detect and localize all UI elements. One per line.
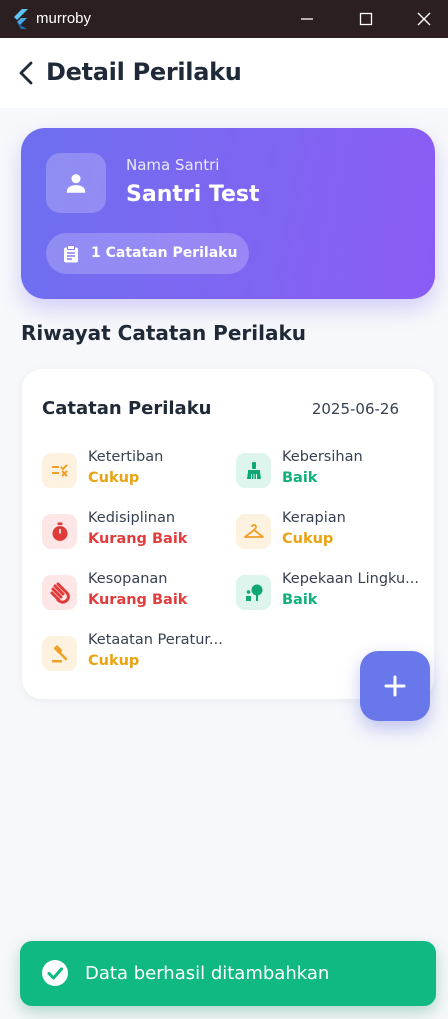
close-icon <box>417 12 431 26</box>
close-button[interactable] <box>395 0 448 38</box>
student-summary-card: Nama Santri Santri Test 1 Catatan Perila… <box>21 128 435 299</box>
check-circle-icon <box>42 960 68 986</box>
timer-icon <box>42 514 77 549</box>
maximize-button[interactable] <box>337 0 395 38</box>
student-name-label: Nama Santri <box>126 156 220 174</box>
section-title: Riwayat Catatan Perilaku <box>21 321 306 345</box>
behavior-item-kesopanan: Kesopanan Kurang Baik <box>42 571 232 615</box>
record-count-badge: 1 Catatan Perilaku <box>46 233 249 274</box>
behavior-name: Kebersihan <box>282 449 363 465</box>
behavior-name: Kesopanan <box>88 571 168 587</box>
gavel-icon <box>42 636 77 671</box>
behavior-value: Kurang Baik <box>88 592 188 608</box>
behavior-value: Kurang Baik <box>88 531 188 547</box>
avatar <box>46 153 106 213</box>
behavior-item-ketertiban: Ketertiban Cukup <box>42 449 232 493</box>
behavior-item-kerapian: Kerapian Cukup <box>236 510 426 554</box>
app-name: murroby <box>36 10 92 27</box>
student-name: Santri Test <box>126 182 260 207</box>
back-arrow-icon[interactable] <box>14 60 40 86</box>
record-title: Catatan Perilaku <box>42 398 212 419</box>
clipboard-icon <box>64 245 78 263</box>
behavior-value: Baik <box>282 470 318 486</box>
record-count-text: 1 Catatan Perilaku <box>91 245 238 261</box>
plus-icon <box>384 675 406 697</box>
toast-message: Data berhasil ditambahkan <box>85 963 330 984</box>
behavior-item-kepekaan-lingkungan: Kepekaan Lingku... Baik <box>236 571 426 615</box>
behavior-value: Cukup <box>282 531 334 547</box>
person-icon <box>66 174 86 193</box>
record-date: 2025-06-26 <box>311 400 399 418</box>
broom-icon <box>236 453 271 488</box>
app-bar: Detail Perilaku <box>0 38 448 108</box>
behavior-value: Cukup <box>88 470 140 486</box>
page-title: Detail Perilaku <box>46 58 242 86</box>
behavior-name: Kedisiplinan <box>88 510 176 526</box>
minimize-button[interactable] <box>278 0 336 38</box>
waving-hand-icon <box>42 575 77 610</box>
record-card[interactable]: Catatan Perilaku 2025-06-26 Ketertiban C… <box>22 369 434 699</box>
behavior-item-ketaatan-peraturan: Ketaatan Peratur... Cukup <box>42 632 232 676</box>
maximize-icon <box>359 12 373 26</box>
tree-person-icon <box>236 575 271 610</box>
hanger-icon <box>236 514 271 549</box>
behavior-name: Ketaatan Peratur... <box>88 632 223 648</box>
behavior-name: Ketertiban <box>88 449 164 465</box>
behavior-item-kebersihan: Kebersihan Baik <box>236 449 426 493</box>
behavior-name: Kerapian <box>282 510 346 526</box>
add-record-button[interactable] <box>360 651 430 721</box>
success-toast: Data berhasil ditambahkan <box>20 941 436 1006</box>
app-logo-icon <box>14 9 28 29</box>
minimize-icon <box>301 18 313 20</box>
behavior-name: Kepekaan Lingku... <box>282 571 420 587</box>
behavior-value: Cukup <box>88 653 140 669</box>
checklist-icon <box>42 453 77 488</box>
window-titlebar: murroby <box>0 0 448 38</box>
behavior-item-kedisiplinan: Kedisiplinan Kurang Baik <box>42 510 232 554</box>
behavior-value: Baik <box>282 592 318 608</box>
